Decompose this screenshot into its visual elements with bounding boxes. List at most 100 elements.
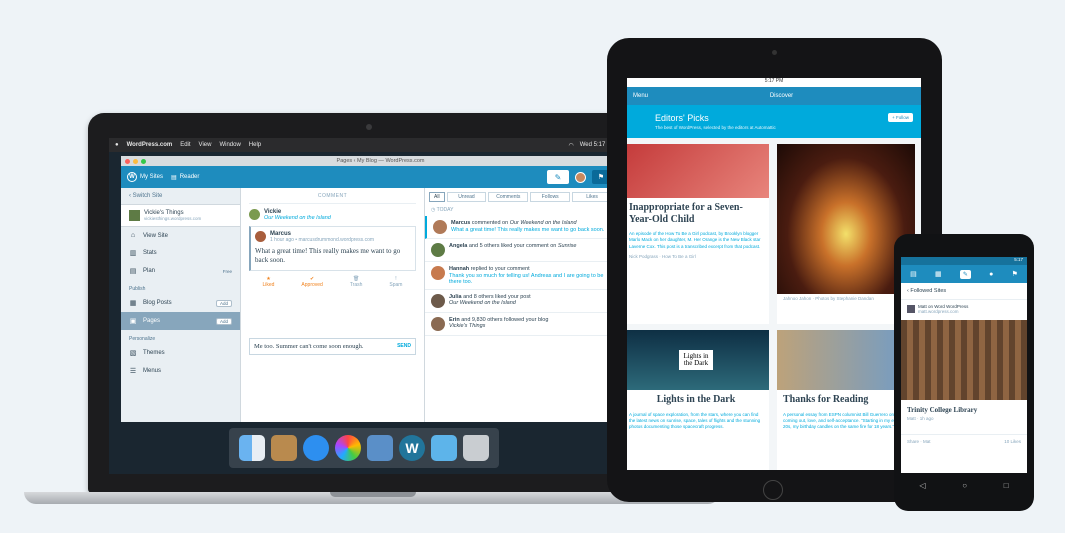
post-card[interactable]: Lights in the Dark Lights in the Dark A … (627, 330, 769, 470)
post-excerpt: An episode of the How To Be a Girl podca… (629, 231, 761, 249)
list-item[interactable]: Angela and 5 others liked your comment o… (425, 239, 616, 262)
wifi-icon[interactable]: ◠ (569, 142, 574, 149)
send-button[interactable]: SEND (397, 343, 411, 350)
reply-field[interactable]: Me too. Summer can't come soon enough. S… (249, 338, 416, 355)
write-icon[interactable]: ✎ (959, 269, 971, 279)
post-image: Lights in the Dark (627, 330, 769, 390)
likes-count[interactable]: 10 Likes (1004, 439, 1021, 444)
approve-label: Approved (301, 281, 323, 288)
home-icon: ⌂ (130, 232, 136, 239)
approve-button[interactable]: ✔ Approved (301, 276, 322, 288)
spam-button[interactable]: ! Spam (389, 276, 402, 288)
post-title[interactable]: Trinity College Library (901, 402, 1027, 415)
phone-screen: 5:17 ▤ ▦ ✎ ● ⚑ ‹ Followed Sites Matt on … (901, 257, 1027, 473)
current-site-card[interactable]: Vickie's Things vickiesthings.wordpress.… (121, 205, 240, 227)
sidebar-item-pages[interactable]: ▣ Pages Add (121, 312, 240, 330)
comment-meta: 1 hour ago • marcusdrummond.wordpress.co… (270, 237, 375, 243)
wordpress-app-icon[interactable]: W (399, 435, 425, 461)
tab-comments[interactable]: Comments (488, 192, 529, 202)
avatar (255, 231, 266, 242)
list-item[interactable]: Erin and 9,830 others followed your blog… (425, 313, 616, 336)
folder-icon[interactable] (431, 435, 457, 461)
back-icon[interactable]: ◁ (919, 481, 925, 490)
menu-help[interactable]: Help (249, 142, 261, 148)
close-window-button[interactable] (125, 158, 130, 164)
laptop-screen: ● WordPress.com Edit View Window Help ◠ … (109, 138, 622, 474)
minimize-window-button[interactable] (133, 158, 138, 164)
recents-icon[interactable]: □ (1004, 481, 1009, 490)
avatar (249, 209, 260, 220)
site-icon (129, 210, 140, 221)
trash-icon[interactable] (463, 435, 489, 461)
menu-view[interactable]: View (199, 142, 212, 148)
finder-icon[interactable] (239, 435, 265, 461)
discover-title: Discover (769, 93, 794, 99)
sidebar-item-plan[interactable]: ▤ Plan Free (121, 262, 240, 280)
android-soft-keys: ◁ ○ □ (901, 478, 1027, 492)
list-item[interactable]: Julia and 8 others liked your post Our W… (425, 290, 616, 313)
notification-actor: Marcus (451, 220, 471, 226)
notifications-icon[interactable]: ⚑ (1012, 270, 1018, 278)
wordpress-app-window: Pages ‹ My Blog — WordPress.com W My Sit… (121, 156, 616, 422)
like-button[interactable]: ★ Liked (262, 276, 274, 288)
tablet-home-button[interactable] (763, 480, 783, 500)
post-excerpt: A journal of space exploration, from the… (629, 411, 761, 430)
sidebar-item-themes[interactable]: ▧ Themes (121, 344, 240, 362)
my-sites-button[interactable]: W My Sites (127, 172, 163, 182)
sidebar-item-label: Themes (143, 350, 165, 356)
tab-follows[interactable]: Follows (530, 192, 571, 202)
page-title: Editors' Picks (655, 113, 709, 123)
zoom-window-button[interactable] (141, 158, 146, 164)
avatar[interactable] (575, 171, 586, 183)
sidebar-item-blog-posts[interactable]: ▦ Blog Posts Add (121, 294, 240, 312)
post-link[interactable]: Our Weekend on the Island (264, 215, 331, 221)
site-url: vickiesthings.wordpress.com (144, 216, 202, 221)
avatar (433, 220, 447, 234)
trash-button[interactable]: 🗑 Trash (350, 276, 363, 288)
tab-unread[interactable]: Unread (446, 192, 487, 202)
post-image (627, 144, 769, 198)
avatar[interactable]: ● (989, 271, 993, 278)
home-icon[interactable]: ○ (962, 481, 967, 490)
my-sites-label: My Sites (140, 174, 164, 180)
notifications-pane: All Unread Comments Follows Likes ◷ TODA… (425, 188, 616, 422)
follow-button[interactable]: + Follow (888, 113, 913, 122)
switch-site-link[interactable]: ‹ Switch Site (121, 188, 240, 205)
menu-window[interactable]: Window (219, 142, 240, 148)
plan-badge: Free (222, 268, 232, 274)
back-to-followed-sites[interactable]: ‹ Followed Sites (901, 283, 1027, 300)
reply-text: Me too. Summer can't come soon enough. (254, 343, 364, 350)
site-header[interactable]: Matt on Word WordPress matt.wordpress.co… (901, 300, 1027, 318)
personalize-heading: Personalize (129, 336, 156, 342)
post-author-line: Matt · 1h ago (907, 416, 934, 421)
post-card[interactable]: Inappropriate for a Seven-Year-Old Child… (627, 144, 769, 324)
menu-button[interactable]: Menu (633, 93, 648, 99)
reader-icon[interactable]: ▦ (935, 270, 942, 278)
tab-all[interactable]: All (429, 192, 445, 202)
menubar-app-name[interactable]: WordPress.com (127, 142, 173, 148)
messages-icon[interactable] (303, 435, 329, 461)
sidebar-item-view-site[interactable]: ⌂ View Site (121, 227, 240, 244)
notification-actor: Angela (449, 243, 468, 249)
sidebar-item-stats[interactable]: ▥ Stats (121, 244, 240, 262)
menu-edit[interactable]: Edit (180, 142, 190, 148)
share-button[interactable]: Share · Mat (907, 439, 931, 444)
trash-label: Trash (349, 281, 363, 288)
add-page-button[interactable]: Add (215, 317, 232, 325)
tablet-screen: 5:17 PM Menu Discover Editors' Picks The… (627, 78, 921, 470)
list-item[interactable]: Marcus commented on Our Weekend on the I… (425, 216, 616, 239)
preview-icon[interactable] (367, 435, 393, 461)
contacts-icon[interactable] (271, 435, 297, 461)
avatar (431, 243, 445, 257)
list-item[interactable]: Hannah replied to your comment Thank you… (425, 262, 616, 290)
sidebar-item-menus[interactable]: ☰ Menus (121, 362, 240, 380)
my-sites-icon[interactable]: ▤ (910, 270, 917, 278)
notification-target: Vickie's Things (449, 323, 486, 329)
reader-button[interactable]: ▤ Reader (171, 174, 199, 181)
write-post-button[interactable]: ✎ (547, 170, 569, 184)
reader-label: Reader (179, 174, 200, 180)
apple-icon[interactable]: ● (115, 142, 119, 148)
add-post-button[interactable]: Add (215, 299, 232, 307)
comment-pane: COMMENT Vickie Our Weekend on the Island… (241, 188, 425, 422)
photos-icon[interactable] (335, 435, 361, 461)
